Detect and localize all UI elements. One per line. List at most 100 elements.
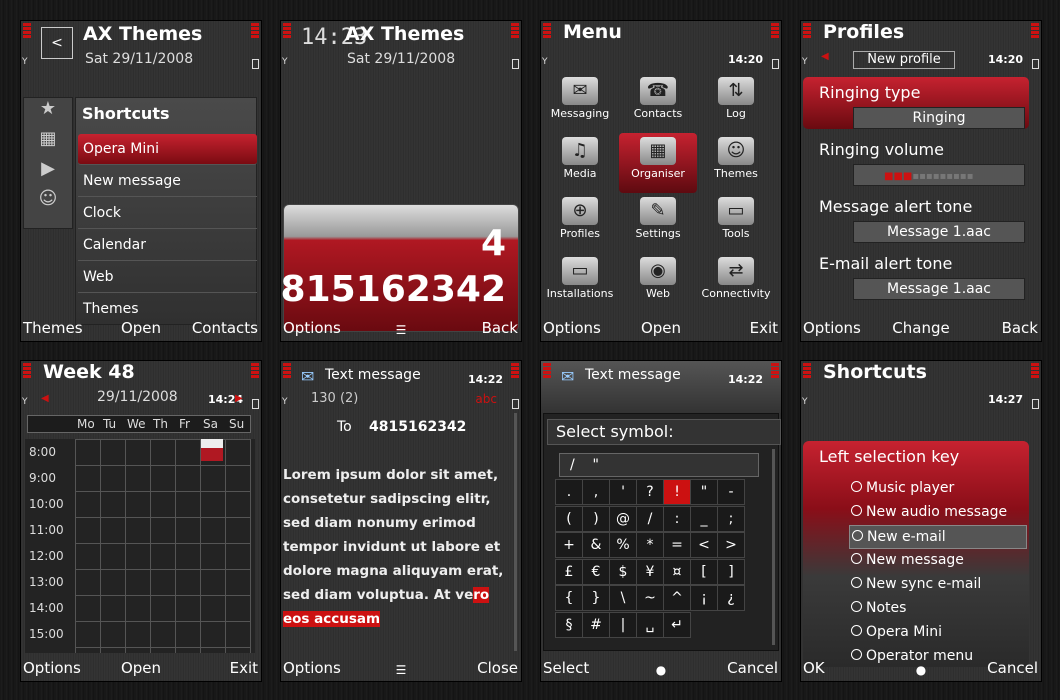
symbol-key[interactable]: ' <box>609 479 637 505</box>
menu-item-contacts[interactable]: ☎ Contacts <box>619 73 697 133</box>
list-item[interactable]: Web <box>78 262 257 293</box>
symbol-key[interactable]: < <box>690 532 718 558</box>
right-softkey[interactable]: Contacts <box>192 319 258 337</box>
symbol-key[interactable]: ] <box>717 558 745 585</box>
middle-softkey[interactable]: Open <box>21 659 261 677</box>
menu-item-installations[interactable]: ▭ Installations <box>541 253 619 313</box>
log-icon: ⇅ <box>718 77 754 105</box>
symbol-key[interactable]: ␣ <box>636 611 664 638</box>
symbol-key[interactable]: # <box>582 611 610 638</box>
symbol-key[interactable]: ¥ <box>636 558 664 585</box>
symbol-key[interactable]: ) <box>582 505 610 532</box>
menu-item-settings[interactable]: ✎ Settings <box>619 193 697 253</box>
list-item[interactable]: Calendar <box>78 230 257 261</box>
recipient-field[interactable]: 4815162342 <box>369 419 466 435</box>
list-item[interactable]: Clock <box>78 198 257 229</box>
symbol-key[interactable]: ~ <box>636 585 664 611</box>
profile-name-tab[interactable]: New profile <box>853 51 955 69</box>
list-item[interactable]: Notes <box>849 597 1025 619</box>
symbol-key[interactable]: { <box>555 585 583 611</box>
symbol-key[interactable]: [ <box>690 558 718 585</box>
play-icon[interactable]: ▶ <box>24 158 72 188</box>
menu-item-web[interactable]: ◉ Web <box>619 253 697 313</box>
symbol-key[interactable]: ¡ <box>690 585 718 611</box>
symbol-key[interactable]: > <box>717 532 745 558</box>
symbol-key[interactable]: = <box>663 532 691 558</box>
menu-item-messaging[interactable]: ✉ Messaging <box>541 73 619 133</box>
list-item[interactable]: New sync e-mail <box>849 573 1025 595</box>
menu-item-media[interactable]: ♫ Media <box>541 133 619 193</box>
right-softkey[interactable]: Close <box>477 659 518 677</box>
menu-item-organiser[interactable]: ▦ Organiser <box>619 133 697 193</box>
symbol-key[interactable]: £ <box>555 558 583 585</box>
calendar-cells[interactable] <box>75 439 251 653</box>
symbol-key[interactable]: / <box>636 505 664 532</box>
scrollbar[interactable] <box>772 449 775 645</box>
symbol-key[interactable]: & <box>582 532 610 558</box>
next-week-icon[interactable]: ▶ <box>235 393 243 404</box>
symbol-key[interactable]: ? <box>636 479 664 505</box>
symbol-key[interactable]: } <box>582 585 610 611</box>
volume-bar[interactable]: ■■■▪▪▪▪▪▪▪▪▪ <box>853 164 1025 186</box>
setting-value[interactable]: Message 1.aac <box>853 221 1025 243</box>
symbol-key[interactable]: ↵ <box>663 611 691 638</box>
menu-item-profiles[interactable]: ⊕ Profiles <box>541 193 619 253</box>
symbol-key[interactable]: ; <box>717 505 745 532</box>
star-icon[interactable]: ★ <box>24 98 72 128</box>
right-softkey[interactable]: Exit <box>750 319 778 337</box>
symbol-key[interactable]: " <box>690 479 718 505</box>
list-item[interactable]: Opera Mini <box>849 621 1025 643</box>
middle-softkey[interactable]: Open <box>541 319 781 337</box>
symbol-key[interactable]: ! <box>663 479 691 505</box>
symbol-key[interactable]: + <box>555 532 583 558</box>
list-item[interactable]: Opera Mini <box>78 134 257 165</box>
symbol-key[interactable]: \ <box>609 585 637 611</box>
themes-icon[interactable]: ☺ <box>24 188 72 218</box>
symbol-key[interactable]: ( <box>555 505 583 532</box>
list-item[interactable]: Music player <box>849 477 1025 499</box>
symbol-key[interactable]: ¿ <box>717 585 745 611</box>
symbol-key[interactable]: @ <box>609 505 637 532</box>
input-mode: abc <box>475 392 497 406</box>
symbol-key[interactable]: ¤ <box>663 558 691 585</box>
antenna-icon: Y <box>542 57 548 67</box>
symbol-key[interactable]: * <box>636 532 664 558</box>
list-item[interactable]: New audio message <box>849 501 1025 523</box>
day-label: Mo <box>77 417 95 431</box>
symbol-key[interactable]: ^ <box>663 585 691 611</box>
symbol-key[interactable]: . <box>555 479 583 505</box>
symbol-key[interactable]: : <box>663 505 691 532</box>
list-item[interactable]: New message <box>849 549 1025 571</box>
symbol-key[interactable]: | <box>609 611 637 638</box>
symbol-key[interactable]: € <box>582 558 610 585</box>
right-softkey[interactable]: Cancel <box>727 659 778 677</box>
left-arrow-icon[interactable]: ◀ <box>821 51 829 62</box>
list-item[interactable]: New e-mail <box>849 525 1027 549</box>
symbol-key[interactable]: $ <box>609 558 637 585</box>
clock-label: 14:22 <box>467 373 503 386</box>
right-softkey[interactable]: Cancel <box>987 659 1038 677</box>
right-softkey[interactable]: Back <box>1002 319 1038 337</box>
symbol-key[interactable]: % <box>609 532 637 558</box>
setting-value[interactable]: Message 1.aac <box>853 278 1025 300</box>
symbol-key[interactable]: - <box>717 479 745 505</box>
shortcut-icon-bar[interactable]: ★ ▦ ▶ ☺ <box>23 97 73 229</box>
right-softkey[interactable]: Exit <box>230 659 258 677</box>
symbol-key[interactable]: , <box>582 479 610 505</box>
symbol-key[interactable]: § <box>555 611 583 638</box>
menu-item-themes[interactable]: ☺ Themes <box>697 133 775 193</box>
list-item[interactable]: New message <box>78 166 257 197</box>
battery-icon <box>252 59 259 69</box>
right-softkey[interactable]: Back <box>482 319 518 337</box>
prev-week-icon[interactable]: ◀ <box>41 393 49 404</box>
menu-item-tools[interactable]: ▭ Tools <box>697 193 775 253</box>
calendar-grid[interactable]: 8:00 9:00 10:00 11:00 12:00 13:00 14:00 … <box>25 439 255 653</box>
event-marker[interactable] <box>201 439 223 461</box>
symbol-key[interactable]: _ <box>690 505 718 532</box>
menu-item-log[interactable]: ⇅ Log <box>697 73 775 133</box>
scrollbar[interactable] <box>514 413 517 651</box>
menu-item-connectivity[interactable]: ⇄ Connectivity <box>697 253 775 313</box>
message-body[interactable]: Lorem ipsum dolor sit amet, consetetur s… <box>283 463 511 631</box>
calendar-icon[interactable]: ▦ <box>24 128 72 158</box>
setting-value[interactable]: Ringing <box>853 107 1025 129</box>
